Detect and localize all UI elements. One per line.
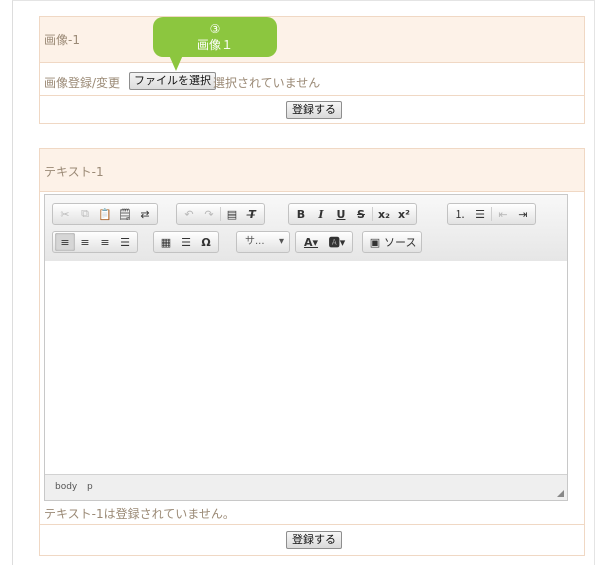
- subscript-icon[interactable]: x₂: [374, 205, 394, 223]
- image-section-header: 画像-1: [40, 17, 584, 63]
- align-group: ≡ ≡ ≡ ☰: [52, 231, 138, 253]
- bg-color-icon[interactable]: 🅰▾: [324, 233, 350, 251]
- numbered-list-icon[interactable]: ⒈: [450, 205, 470, 223]
- callout-tail: [169, 55, 183, 71]
- text-submit-row: 登録する: [40, 524, 584, 557]
- underline-icon[interactable]: U: [331, 205, 351, 223]
- justify-icon[interactable]: ☰: [115, 233, 135, 251]
- text-section-header: テキスト-1: [40, 149, 584, 192]
- clipboard-group: ✂ ⧉ 📋 🗒 ⇄: [52, 203, 158, 225]
- remove-format-icon[interactable]: T̶: [242, 205, 262, 223]
- text-color-icon[interactable]: A▾: [298, 233, 324, 251]
- italic-icon[interactable]: I: [311, 205, 331, 223]
- image-register-row: 画像登録/変更 ファイルを選択 選択されていません: [40, 70, 584, 96]
- special-char-icon[interactable]: Ω: [196, 233, 216, 251]
- align-center-icon[interactable]: ≡: [75, 233, 95, 251]
- history-group: ↶ ↷ ▤ T̶: [176, 203, 265, 225]
- paste-icon[interactable]: 📋: [95, 205, 115, 223]
- format-combo[interactable]: サ... ▾: [236, 231, 290, 253]
- path-body[interactable]: body: [55, 482, 77, 492]
- text-section-title: テキスト-1: [44, 165, 104, 179]
- align-right-icon[interactable]: ≡: [95, 233, 115, 251]
- chevron-down-icon: ▾: [278, 236, 284, 247]
- list-group: ⒈ ☰ ⇤ ⇥: [447, 203, 536, 225]
- redo-icon[interactable]: ↷: [199, 205, 219, 223]
- bullet-list-icon[interactable]: ☰: [470, 205, 490, 223]
- find-icon[interactable]: ▤: [222, 205, 242, 223]
- horizontal-rule-icon[interactable]: ☰: [176, 233, 196, 251]
- callout-label: 画像１: [196, 38, 233, 52]
- source-icon: ▣: [369, 235, 381, 249]
- cut-icon[interactable]: ✂: [55, 205, 75, 223]
- toolbar-separator: [372, 207, 373, 221]
- editor-toolbar: ✂ ⧉ 📋 🗒 ⇄ ↶ ↷ ▤ T̶ B I U S x₂ x² ⒈ ☰ ⇤ ⇥…: [45, 195, 567, 262]
- callout-number: ③: [209, 22, 221, 36]
- editor-content-area[interactable]: [45, 261, 567, 475]
- text-section: テキスト-1 ✂ ⧉ 📋 🗒 ⇄ ↶ ↷ ▤ T̶ B I U S x₂ x² …: [39, 148, 585, 556]
- text-status-message: テキスト-1は登録されていません。: [44, 507, 235, 521]
- toolbar-separator: [220, 207, 221, 221]
- editor-statusbar: body p: [45, 474, 567, 500]
- undo-icon[interactable]: ↶: [179, 205, 199, 223]
- table-icon[interactable]: ▦: [156, 233, 176, 251]
- outdent-icon[interactable]: ⇤: [493, 205, 513, 223]
- copy-icon[interactable]: ⧉: [75, 205, 95, 223]
- image-section: 画像-1 画像登録/変更 ファイルを選択 選択されていません 登録する: [39, 16, 585, 124]
- resize-handle-icon[interactable]: [557, 490, 564, 497]
- image-section-title: 画像-1: [44, 33, 80, 47]
- image-submit-button[interactable]: 登録する: [286, 101, 342, 119]
- callout-badge: ③ 画像１: [153, 17, 277, 57]
- strike-icon[interactable]: S: [351, 205, 371, 223]
- basic-styles-group: B I U S x₂ x²: [288, 203, 417, 225]
- rich-text-editor: ✂ ⧉ 📋 🗒 ⇄ ↶ ↷ ▤ T̶ B I U S x₂ x² ⒈ ☰ ⇤ ⇥…: [44, 194, 568, 501]
- align-left-icon[interactable]: ≡: [55, 233, 75, 251]
- file-status-text: 選択されていません: [213, 76, 321, 90]
- indent-icon[interactable]: ⇥: [513, 205, 533, 223]
- toolbar-separator: [491, 207, 492, 221]
- paste-text-icon[interactable]: 🗒: [115, 205, 135, 223]
- image-submit-row: 登録する: [40, 95, 584, 123]
- image-register-label: 画像登録/変更: [44, 76, 121, 90]
- format-combo-label: サ...: [245, 236, 265, 247]
- insert-group: ▦ ☰ Ω: [153, 231, 219, 253]
- path-p[interactable]: p: [87, 482, 93, 492]
- color-group: A▾ 🅰▾: [295, 231, 353, 253]
- bold-icon[interactable]: B: [291, 205, 311, 223]
- text-submit-button[interactable]: 登録する: [286, 531, 342, 549]
- superscript-icon[interactable]: x²: [394, 205, 414, 223]
- source-button-label[interactable]: ソース: [384, 234, 416, 250]
- source-group: ▣ ソース: [362, 231, 423, 253]
- choose-file-button[interactable]: ファイルを選択: [129, 72, 216, 90]
- paste-word-icon[interactable]: ⇄: [135, 205, 155, 223]
